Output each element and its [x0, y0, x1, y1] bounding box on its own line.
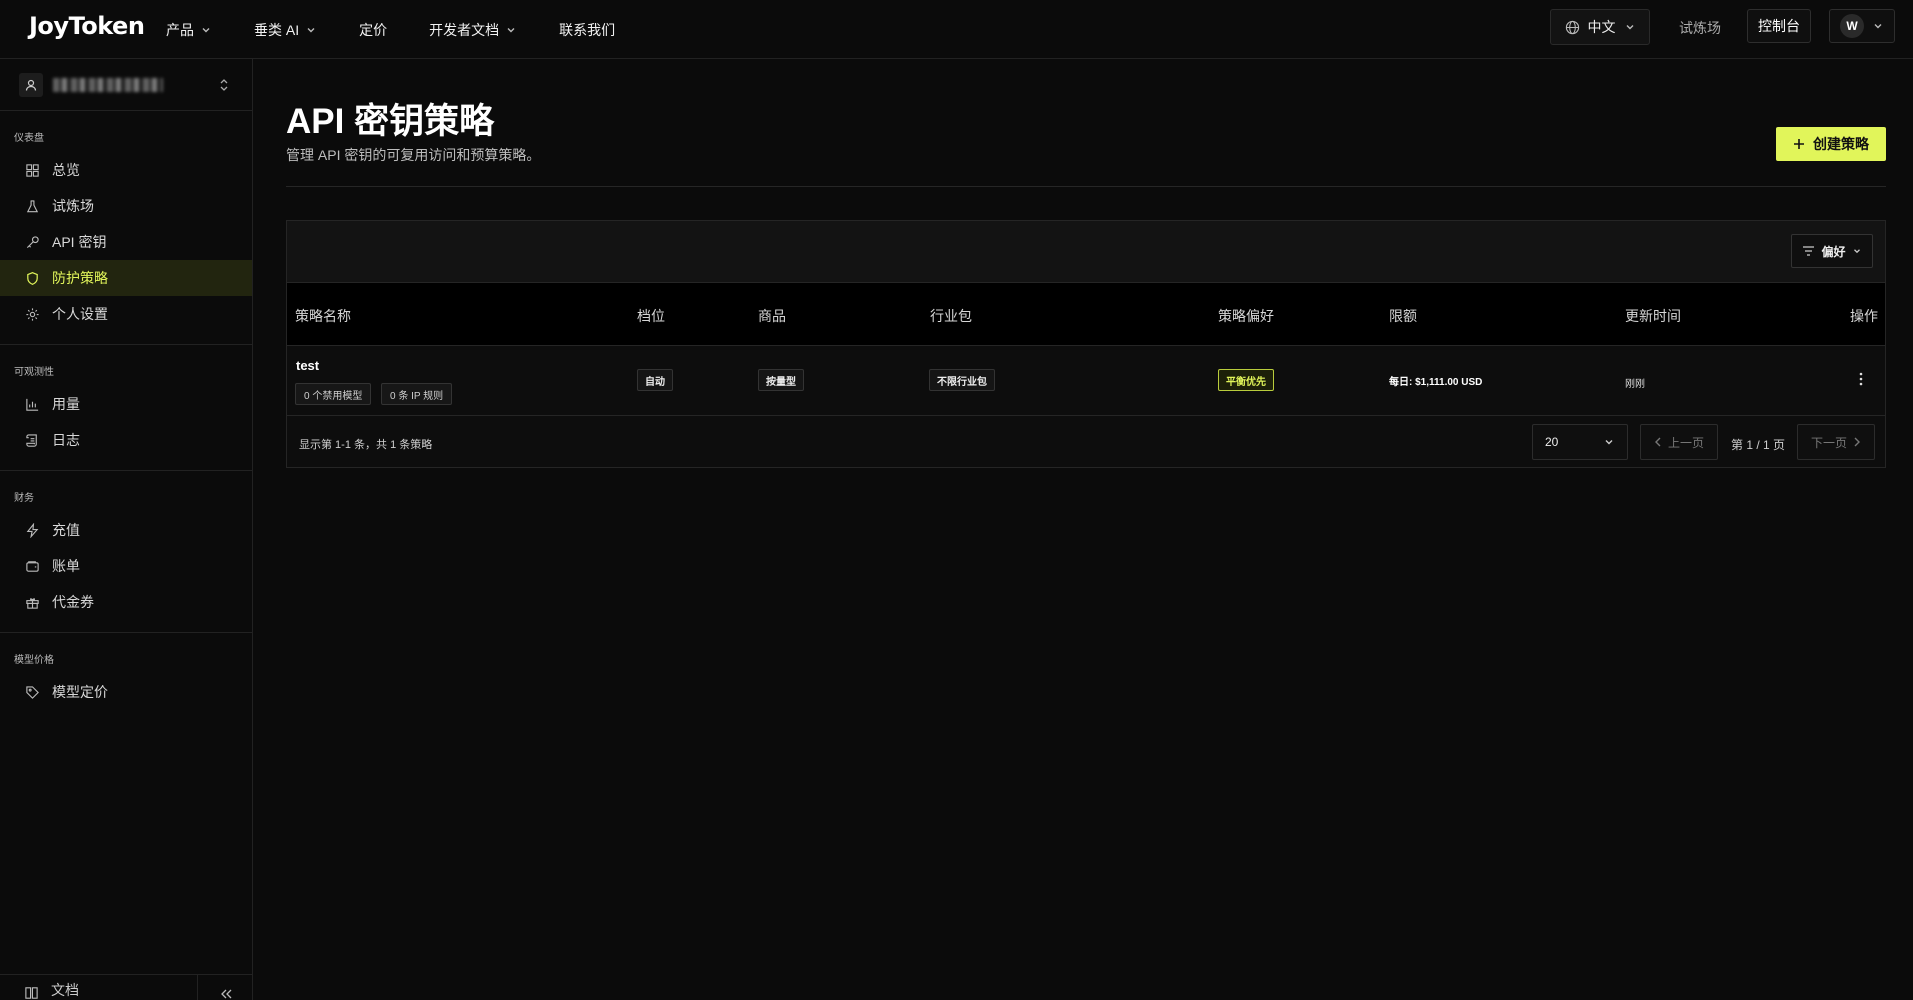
- pagination-bar: 显示第 1-1 条，共 1 条策略 20 上一页 第 1 / 1 页 下一页: [287, 416, 1885, 468]
- chevrons-left-icon: [219, 988, 233, 1000]
- collapse-sidebar-button[interactable]: [197, 975, 253, 1000]
- column-header[interactable]: 策略偏好: [1218, 306, 1274, 326]
- chevron-left-icon: [1654, 437, 1662, 447]
- grid-icon: [24, 163, 40, 178]
- chevron-right-icon: [1853, 437, 1861, 447]
- sidebar-item-protection-policy[interactable]: 防护策略: [0, 260, 252, 296]
- account-switcher[interactable]: [0, 59, 252, 111]
- sidebar-item-api-keys[interactable]: API 密钥: [0, 224, 252, 260]
- bar-chart-icon: [24, 397, 40, 412]
- sidebar-item-recharge[interactable]: 充值: [0, 512, 252, 548]
- sidebar-docs-link[interactable]: 文档: [0, 975, 197, 1000]
- page-status: 第 1 / 1 页: [1731, 438, 1786, 452]
- policy-table-panel: 偏好 策略名称 档位 商品 行业包 策略偏好 限额 更新时间 操作 test 0…: [286, 220, 1886, 468]
- preference-badge: 平衡优先: [1218, 369, 1274, 391]
- shield-icon: [24, 271, 40, 286]
- tier-badge: 自动: [637, 369, 673, 391]
- nav-item-products[interactable]: 产品: [166, 20, 212, 40]
- sidebar-section-finance: 财务 充值 账单 代金券: [0, 471, 252, 633]
- table-header: 策略名称 档位 商品 行业包 策略偏好 限额 更新时间 操作: [287, 283, 1885, 346]
- brand-logo[interactable]: JoyToken: [29, 12, 145, 40]
- sidebar-item-settings[interactable]: 个人设置: [0, 296, 252, 332]
- pagination-info: 显示第 1-1 条，共 1 条策略: [299, 439, 433, 451]
- prev-page-button[interactable]: 上一页: [1640, 424, 1718, 460]
- sidebar-heading: 可观测性: [14, 367, 54, 378]
- sidebar-item-logs[interactable]: 日志: [0, 422, 252, 458]
- chevron-down-icon: [305, 24, 317, 36]
- language-select[interactable]: 中文: [1550, 9, 1650, 45]
- chevron-down-icon: [505, 24, 517, 36]
- industry-badge: 不限行业包: [929, 369, 995, 391]
- preference-filter-button[interactable]: 偏好: [1791, 234, 1873, 268]
- sidebar-item-overview[interactable]: 总览: [0, 152, 252, 188]
- nav-item-developer-docs[interactable]: 开发者文档: [429, 20, 517, 40]
- wallet-icon: [24, 559, 40, 574]
- plus-icon: [1793, 138, 1805, 150]
- lightning-icon: [24, 522, 40, 538]
- policy-name[interactable]: test: [296, 358, 319, 373]
- flask-icon: [24, 199, 40, 214]
- sidebar-item-model-pricing[interactable]: 模型定价: [0, 674, 252, 710]
- playground-link[interactable]: 试炼场: [1679, 18, 1721, 38]
- user-icon: [19, 72, 43, 97]
- nav-item-contact[interactable]: 联系我们: [559, 20, 615, 40]
- column-header: 操作: [1850, 308, 1878, 324]
- sidebar-item-billing[interactable]: 账单: [0, 548, 252, 584]
- sidebar-heading: 仪表盘: [14, 133, 44, 144]
- sidebar-heading: 模型价格: [14, 655, 54, 666]
- limit-value: 每日: $1,111.00 USD: [1389, 377, 1483, 388]
- sidebar: 仪表盘 总览 试炼场 API 密钥 防护策略 个人设置 可观测性 用量 日志 财…: [0, 59, 253, 1000]
- page-title: API 密钥策略: [286, 102, 495, 141]
- gift-icon: [24, 595, 40, 610]
- chevron-down-icon: [200, 24, 212, 36]
- chevron-down-icon: [1872, 20, 1884, 32]
- sidebar-section-model-price: 模型价格 模型定价: [0, 633, 252, 722]
- column-header[interactable]: 限额: [1389, 306, 1417, 326]
- nav-item-pricing[interactable]: 定价: [359, 20, 387, 40]
- account-name-redacted: [53, 77, 163, 92]
- avatar: W: [1840, 14, 1864, 38]
- header-divider: [286, 186, 1886, 187]
- ip-rules-chip: 0 条 IP 规则: [381, 383, 453, 405]
- table-row[interactable]: test 0 个禁用模型 0 条 IP 规则 自动 按量型 不限行业包 平衡优先…: [287, 346, 1885, 416]
- console-button[interactable]: 控制台: [1747, 9, 1811, 43]
- more-vertical-icon[interactable]: [1859, 372, 1863, 386]
- column-header[interactable]: 策略名称: [295, 306, 351, 326]
- column-header[interactable]: 档位: [637, 306, 665, 326]
- book-icon: [24, 985, 39, 1000]
- create-policy-button[interactable]: 创建策略: [1776, 127, 1886, 161]
- chevron-down-icon: [1852, 246, 1862, 256]
- sidebar-item-playground[interactable]: 试炼场: [0, 188, 252, 224]
- column-header[interactable]: 更新时间: [1625, 306, 1681, 326]
- updated-time: 刚刚: [1625, 379, 1645, 390]
- language-label: 中文: [1587, 19, 1616, 35]
- column-header[interactable]: 行业包: [930, 306, 972, 326]
- next-page-button[interactable]: 下一页: [1797, 424, 1875, 460]
- column-header[interactable]: 商品: [758, 306, 786, 326]
- globe-icon: [1565, 20, 1580, 35]
- scroll-icon: [24, 433, 40, 448]
- sidebar-section-observability: 可观测性 用量 日志: [0, 345, 252, 471]
- sidebar-heading: 财务: [14, 493, 34, 504]
- sidebar-item-vouchers[interactable]: 代金券: [0, 584, 252, 620]
- tag-icon: [24, 685, 40, 700]
- sidebar-section-dashboard: 仪表盘 总览 试炼场 API 密钥 防护策略 个人设置: [0, 111, 252, 345]
- filter-icon: [1802, 245, 1815, 257]
- top-bar: JoyToken 产品 垂类 AI 定价 开发者文档 联系我们 中文 试炼场 控…: [0, 0, 1913, 59]
- disabled-models-chip: 0 个禁用模型: [295, 383, 372, 405]
- page-size-select[interactable]: 20: [1532, 424, 1628, 460]
- gear-icon: [24, 307, 40, 322]
- page-subtitle: 管理 API 密钥的可复用访问和预算策略。: [286, 147, 541, 163]
- sidebar-item-usage[interactable]: 用量: [0, 386, 252, 422]
- sidebar-footer: 文档: [0, 974, 253, 1000]
- product-badge: 按量型: [758, 369, 804, 391]
- main-nav: 产品 垂类 AI 定价 开发者文档 联系我们: [166, 0, 657, 59]
- chevron-updown-icon: [218, 77, 230, 93]
- user-menu-button[interactable]: W: [1829, 9, 1895, 43]
- key-icon: [24, 235, 40, 250]
- nav-item-vertical-ai[interactable]: 垂类 AI: [254, 20, 317, 40]
- chevron-down-icon: [1603, 436, 1615, 448]
- chevron-down-icon: [1624, 21, 1636, 33]
- table-toolbar: 偏好: [287, 221, 1885, 283]
